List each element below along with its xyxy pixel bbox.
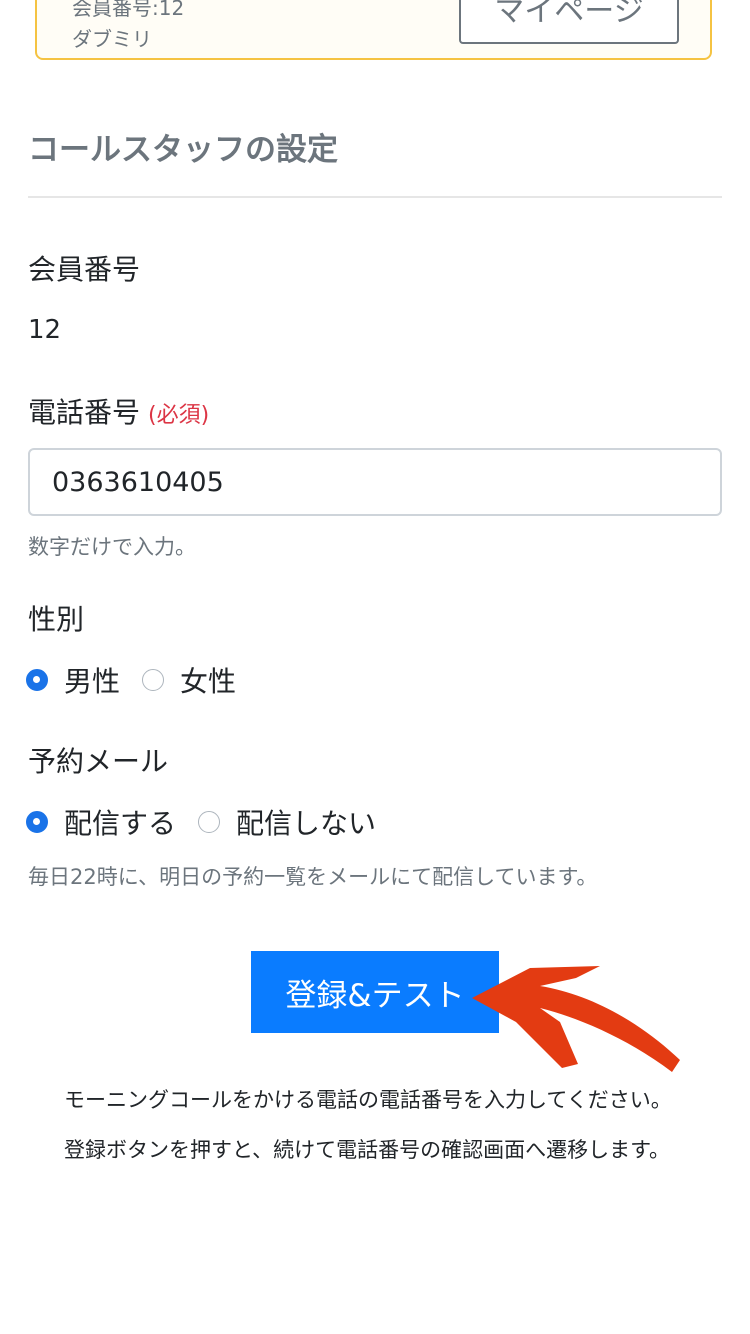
instruction-note: モーニングコールをかける電話の電話番号を入力してください。 登録ボタンを押すと、… bbox=[64, 1075, 694, 1175]
instruction-para-2: 登録ボタンを押すと、続けて電話番号の確認画面へ遷移します。 bbox=[64, 1138, 671, 1162]
gender-label: 性別 bbox=[28, 603, 85, 636]
required-badge: (必須) bbox=[148, 403, 210, 428]
arrow-icon bbox=[472, 966, 680, 1072]
radio-no-deliver-label[interactable]: 配信しない bbox=[236, 802, 376, 842]
radio-male-label[interactable]: 男性 bbox=[64, 660, 120, 700]
page-title: コールスタッフの設定 bbox=[28, 132, 338, 168]
radio-deliver[interactable] bbox=[26, 811, 48, 833]
radio-female-label[interactable]: 女性 bbox=[180, 660, 236, 700]
instruction-para-1: モーニングコールをかける電話の電話番号を入力してください。 bbox=[64, 1088, 672, 1112]
reservation-mail-help-text: 毎日22時に、明日の予約一覧をメールにて配信しています。 bbox=[28, 865, 598, 889]
member-card: 会員番号:12 ダブミリ マイページ bbox=[35, 0, 712, 60]
phone-label-text: 電話番号 bbox=[28, 396, 141, 429]
phone-help-text: 数字だけで入力。 bbox=[28, 535, 196, 559]
radio-male[interactable] bbox=[26, 669, 48, 691]
member-card-name: ダブミリ bbox=[72, 27, 152, 51]
mypage-button[interactable]: マイページ bbox=[459, 0, 679, 44]
radio-no-deliver[interactable] bbox=[198, 811, 221, 833]
member-card-number: 会員番号:12 bbox=[72, 0, 185, 20]
phone-label: 電話番号 (必須) bbox=[28, 391, 209, 431]
phone-input[interactable] bbox=[28, 448, 722, 516]
reservation-mail-radio-group: 配信する 配信しない bbox=[26, 802, 398, 842]
member-number-value: 12 bbox=[28, 315, 62, 345]
gender-radio-group: 男性 女性 bbox=[26, 660, 258, 700]
radio-female[interactable] bbox=[142, 669, 165, 691]
member-number-label: 会員番号 bbox=[28, 253, 141, 286]
radio-deliver-label[interactable]: 配信する bbox=[64, 802, 176, 842]
reservation-mail-label: 予約メール bbox=[28, 745, 169, 778]
divider bbox=[28, 196, 722, 198]
